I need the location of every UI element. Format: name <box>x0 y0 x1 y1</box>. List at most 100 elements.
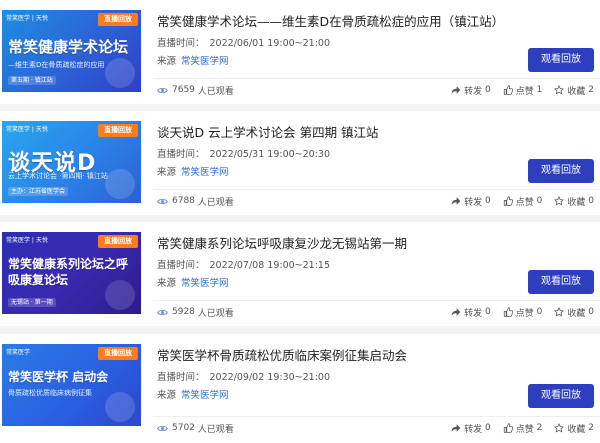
like-count: 1 <box>536 85 543 95</box>
watch-replay-button[interactable]: 观看回放 <box>528 48 594 72</box>
source-label: 来源 <box>157 390 177 401</box>
divider <box>153 78 600 79</box>
live-time: 直播时间： 2022/06/01 19:00~21:00 <box>157 35 330 49</box>
source-link[interactable]: 常笑医学网 <box>181 278 229 289</box>
favorite-label: 收藏 <box>567 424 586 435</box>
watch-replay-button[interactable]: 观看回放 <box>528 159 594 183</box>
view-count: 5702 人已观看 <box>157 422 234 435</box>
like-button[interactable]: 点赞 0 <box>503 195 543 208</box>
replay-thumbnail[interactable]: 常笑医学 | 天悦 直播回放 常笑健康系列论坛之呼吸康复论坛 无锡站 · 第一期 <box>2 232 141 314</box>
share-icon <box>451 424 461 432</box>
live-replay-badge: 直播回放 <box>98 347 138 360</box>
view-count: 6788 人已观看 <box>157 195 234 208</box>
source: 来源 常笑医学网 <box>157 164 229 178</box>
favorite-button[interactable]: 收藏 0 <box>554 195 594 208</box>
share-icon <box>451 197 461 205</box>
view-count-suffix: 人已观看 <box>197 86 234 97</box>
favorite-label: 收藏 <box>567 86 586 97</box>
card-actions: 转发 0 点赞 0 收藏 0 <box>439 306 594 319</box>
replay-thumbnail[interactable]: 常笑医学 | 天悦 直播回放 谈天说D 云上学术讨论会 ·第四期· 镇江站 主办… <box>2 121 141 203</box>
source: 来源 常笑医学网 <box>157 53 229 67</box>
like-button[interactable]: 点赞 2 <box>503 422 543 435</box>
favorite-count: 0 <box>588 307 594 317</box>
live-time-value: 2022/05/31 19:00~20:30 <box>209 149 331 160</box>
thumbnail-headline: 常笑健康学术论坛 <box>8 38 129 56</box>
share-button[interactable]: 转发 0 <box>451 84 491 97</box>
favorite-label: 收藏 <box>567 308 586 319</box>
favorite-button[interactable]: 收藏 2 <box>554 422 594 435</box>
thumbnail-org-logos: 常笑医学 <box>6 349 31 356</box>
live-time-value: 2022/07/08 19:00~21:15 <box>209 260 331 271</box>
card-actions: 转发 0 点赞 1 收藏 2 <box>439 84 594 97</box>
replay-thumbnail[interactable]: 常笑医学 | 天悦 直播回放 常笑健康学术论坛 —维生素D在骨质疏松症的应用 第… <box>2 10 141 92</box>
live-time: 直播时间： 2022/09/02 19:30~21:00 <box>157 369 330 383</box>
share-count: 0 <box>485 307 491 317</box>
live-replay-badge: 直播回放 <box>98 13 138 26</box>
thumbs-up-icon <box>503 307 513 317</box>
live-time-label: 直播时间： <box>157 260 205 271</box>
view-count-value: 6788 <box>172 196 195 206</box>
share-icon <box>451 86 461 94</box>
replay-list: 常笑医学 | 天悦 直播回放 常笑健康学术论坛 —维生素D在骨质疏松症的应用 第… <box>0 0 600 443</box>
live-time: 直播时间： 2022/05/31 19:00~20:30 <box>157 146 330 160</box>
like-label: 点赞 <box>515 308 534 319</box>
replay-title[interactable]: 常笑健康系列论坛呼吸康复沙龙无锡站第一期 <box>157 233 407 252</box>
eye-icon <box>157 87 168 93</box>
replay-title[interactable]: 谈天说D 云上学术讨论会 第四期 镇江站 <box>157 122 379 141</box>
thumbnail-decoration <box>105 58 135 88</box>
eye-icon <box>157 425 168 431</box>
thumbs-up-icon <box>503 423 513 433</box>
replay-title[interactable]: 常笑健康学术论坛——维生素D在骨质疏松症的应用（镇江站） <box>157 11 504 30</box>
share-count: 0 <box>485 85 491 95</box>
view-count-value: 5928 <box>172 307 195 317</box>
source-link[interactable]: 常笑医学网 <box>181 390 229 401</box>
eye-icon <box>157 309 168 315</box>
star-icon <box>554 423 565 433</box>
replay-card: 常笑医学 | 天悦 直播回放 常笑健康学术论坛 —维生素D在骨质疏松症的应用 第… <box>0 0 600 104</box>
thumbs-up-icon <box>503 85 513 95</box>
share-button[interactable]: 转发 0 <box>451 306 491 319</box>
source: 来源 常笑医学网 <box>157 275 229 289</box>
like-count: 2 <box>536 423 543 433</box>
like-label: 点赞 <box>515 197 534 208</box>
thumbnail-tag: 主办：江苏省医学会 <box>8 187 69 196</box>
like-button[interactable]: 点赞 1 <box>503 84 543 97</box>
live-time-label: 直播时间： <box>157 38 205 49</box>
share-button[interactable]: 转发 0 <box>451 195 491 208</box>
star-icon <box>554 307 565 317</box>
view-count: 5928 人已观看 <box>157 306 234 319</box>
replay-thumbnail[interactable]: 常笑医学 直播回放 常笑医学杯 启动会 骨质疏松优质临床病例征集 <box>2 344 141 426</box>
favorite-button[interactable]: 收藏 2 <box>554 84 594 97</box>
view-count-value: 5702 <box>172 423 195 433</box>
watch-replay-button[interactable]: 观看回放 <box>528 270 594 294</box>
share-label: 转发 <box>464 197 483 208</box>
share-label: 转发 <box>464 308 483 319</box>
star-icon <box>554 196 565 206</box>
source-link[interactable]: 常笑医学网 <box>181 56 229 67</box>
share-count: 0 <box>485 423 491 433</box>
share-button[interactable]: 转发 0 <box>451 422 491 435</box>
live-time: 直播时间： 2022/07/08 19:00~21:15 <box>157 257 330 271</box>
divider <box>153 189 600 190</box>
thumbs-up-icon <box>503 196 513 206</box>
share-icon <box>451 308 461 316</box>
watch-replay-button[interactable]: 观看回放 <box>528 384 594 408</box>
live-time-label: 直播时间： <box>157 149 205 160</box>
live-replay-badge: 直播回放 <box>98 235 138 248</box>
live-time-label: 直播时间： <box>157 372 205 383</box>
favorite-button[interactable]: 收藏 0 <box>554 306 594 319</box>
view-count-value: 7659 <box>172 85 195 95</box>
view-count: 7659 人已观看 <box>157 84 234 97</box>
thumbnail-subtitle: 骨质疏松优质临床病例征集 <box>8 389 92 397</box>
card-actions: 转发 0 点赞 2 收藏 2 <box>439 422 594 435</box>
source-label: 来源 <box>157 167 177 178</box>
like-button[interactable]: 点赞 0 <box>503 306 542 319</box>
live-time-value: 2022/09/02 19:30~21:00 <box>209 372 331 383</box>
like-count: 0 <box>536 196 543 206</box>
thumbnail-subtitle: —维生素D在骨质疏松症的应用 <box>8 61 105 69</box>
source-label: 来源 <box>157 278 177 289</box>
replay-title[interactable]: 常笑医学杯骨质疏松优质临床案例征集启动会 <box>157 345 407 364</box>
thumbnail-org-logos: 常笑医学 | 天悦 <box>6 126 48 133</box>
source-link[interactable]: 常笑医学网 <box>181 167 229 178</box>
share-label: 转发 <box>464 424 483 435</box>
